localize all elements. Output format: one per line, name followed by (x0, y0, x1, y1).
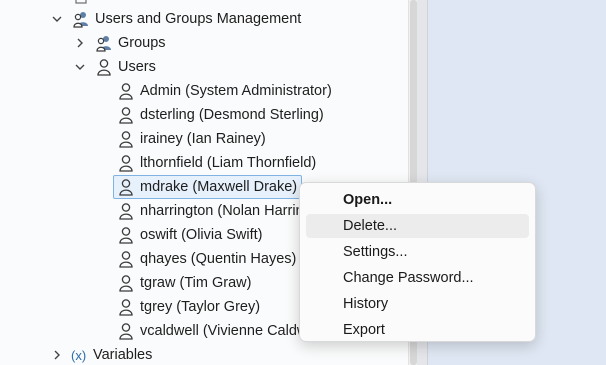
tree-node-label: dsterling (Desmond Sterling) (140, 107, 324, 123)
context-menu: Open... Delete... Settings... Change Pas… (299, 182, 536, 342)
chevron-right-icon[interactable] (73, 36, 87, 50)
tree-node-users[interactable]: Users (73, 55, 156, 79)
tree-node-user[interactable]: irainey (Ian Rainey) (113, 127, 266, 151)
tree-node-label: Users (118, 59, 156, 75)
user-icon (117, 177, 135, 197)
menu-item-history[interactable]: History (306, 292, 529, 316)
user-icon (117, 201, 135, 221)
menu-item-change-password[interactable]: Change Password... (306, 266, 529, 290)
tree-node-user[interactable]: mdrake (Maxwell Drake) (113, 175, 303, 199)
tree-node-variables[interactable]: (x) Variables (50, 343, 152, 365)
tree-node-label: tgrey (Taylor Grey) (140, 299, 261, 315)
user-icon (117, 225, 135, 245)
user-icon (117, 129, 135, 149)
users-group-icon (72, 9, 90, 29)
tree-node-user[interactable]: Admin (System Administrator) (113, 79, 332, 103)
tree-node-label: Admin (System Administrator) (140, 83, 332, 99)
tree-node-user[interactable]: tgraw (Tim Graw) (113, 271, 251, 295)
tree-node-user[interactable]: tgrey (Taylor Grey) (113, 295, 260, 319)
menu-item-export[interactable]: Export (306, 318, 529, 342)
tree-node-users-and-groups[interactable]: Users and Groups Management (50, 7, 301, 31)
tree-node-label: mdrake (Maxwell Drake) (140, 179, 298, 195)
tree-node-label: irainey (Ian Rainey) (140, 131, 266, 147)
tree-node-user[interactable]: dsterling (Desmond Sterling) (113, 103, 324, 127)
user-icon (117, 297, 135, 317)
tree-node-label: Users and Groups Management (95, 11, 302, 27)
variables-icon: (x) (71, 347, 87, 363)
user-icon (117, 153, 135, 173)
user-icon (117, 249, 135, 269)
tree-node-user[interactable]: vcaldwell (Vivienne Caldwell) (113, 319, 327, 343)
menu-item-open[interactable]: Open... (306, 188, 529, 212)
tree-node-label: lthornfield (Liam Thornfield) (140, 155, 317, 171)
tree-node-label: qhayes (Quentin Hayes) (140, 251, 297, 267)
menu-item-settings[interactable]: Settings... (306, 240, 529, 264)
tree-node-user[interactable]: qhayes (Quentin Hayes) (113, 247, 296, 271)
chevron-down-icon[interactable] (73, 60, 87, 74)
user-icon (117, 81, 135, 101)
chevron-right-icon[interactable] (50, 348, 64, 362)
tree-node-user[interactable]: lthornfield (Liam Thornfield) (113, 151, 316, 175)
tree-node-user[interactable]: oswift (Olivia Swift) (113, 223, 262, 247)
chevron-down-icon[interactable] (50, 12, 64, 26)
user-icon (117, 105, 135, 125)
user-icon (95, 57, 113, 77)
menu-item-delete[interactable]: Delete... (306, 214, 529, 238)
tree-node-label: Variables (93, 347, 153, 363)
selected-row-highlight: mdrake (Maxwell Drake) (113, 175, 303, 199)
tree-node-label: oswift (Olivia Swift) (140, 227, 263, 243)
tree-node-groups[interactable]: Groups (73, 31, 166, 55)
tree-node-label: tgraw (Tim Graw) (140, 275, 252, 291)
user-icon (117, 321, 135, 341)
users-group-icon (95, 33, 113, 53)
tree-node-label: Groups (118, 35, 166, 51)
user-icon (117, 273, 135, 293)
